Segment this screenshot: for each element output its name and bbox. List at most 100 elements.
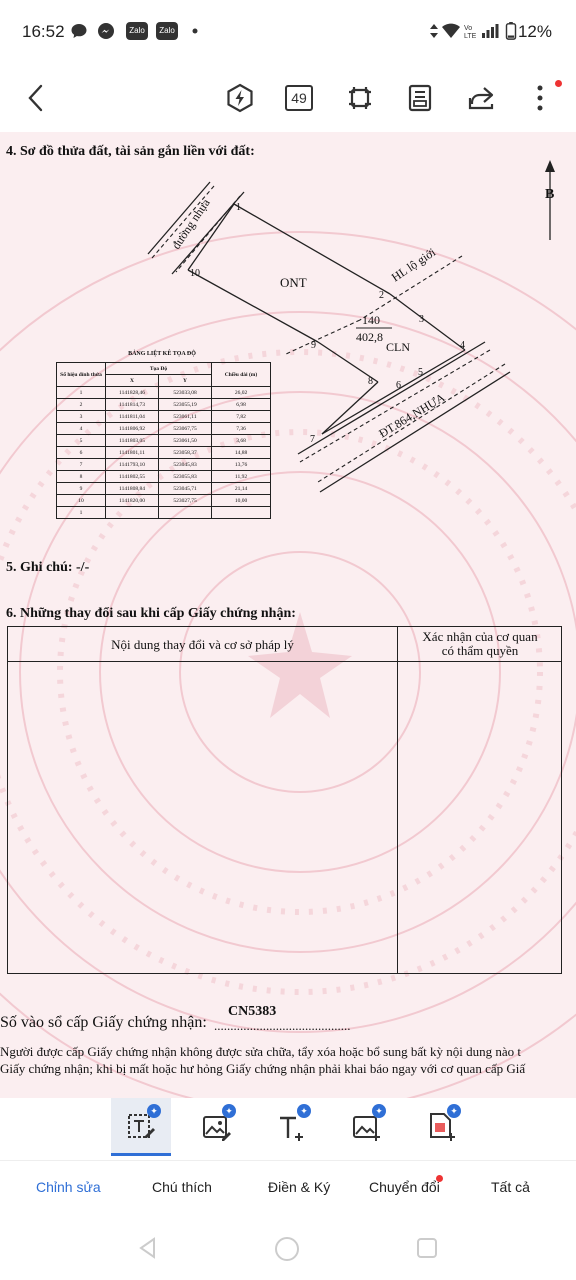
back-button[interactable] [16,78,56,118]
register-dots: ........................................… [214,1018,351,1033]
header-point: Số hiệu đỉnh thửa [56,362,106,387]
coord-table-title: BẢNG LIỆT KÊ TỌA ĐỘ [128,351,196,357]
nav-home-icon[interactable] [274,1236,300,1262]
coord-table: Số hiệu đỉnh thửa Tọa Độ Chiều dài (m) X… [56,362,271,519]
share-button[interactable] [461,78,501,118]
parcel-area: 402,8 [356,330,383,344]
header-y: Y [158,374,212,387]
nav-back-icon[interactable] [136,1236,160,1260]
point-label: 6 [396,380,401,391]
land-type-ont: ONT [280,275,307,290]
zalo-icon: Zalo [126,22,148,40]
ai-badge-icon: ✦ [297,1104,311,1118]
table-row: 10 1141820,00 523027,75 10,00 [56,494,271,507]
add-page-tool[interactable]: ✦ [411,1098,471,1156]
table-row: 1 [56,506,271,519]
section-5-note: 5. Ghi chú: -/- [6,560,90,575]
boundary-label: HL lộ giới [389,245,439,285]
table-row: 5 1141803,05 523061,50 3,68 [56,434,271,447]
table-row: 2 1141814,73 523055,19 6,98 [56,398,271,411]
point-label: 8 [368,376,373,387]
signal-icon [482,24,499,38]
point-label: 4 [460,340,465,351]
point-label: 1 [236,202,241,213]
add-text-tool[interactable]: ✦ [261,1098,321,1156]
chat-bubble-icon [71,24,87,38]
data-arrows-icon [430,24,438,38]
document-page[interactable]: 4. Sơ đồ thửa đất, tài sản gắn liền với … [0,132,576,1098]
changes-table: Nội dung thay đổi và cơ sở pháp lý Xác n… [7,626,562,974]
share-icon [468,87,494,110]
ai-badge-icon: ✦ [447,1104,461,1118]
more-vertical-icon [537,85,543,111]
north-label: B [545,187,554,202]
wifi-icon [442,23,460,38]
register-label: Số vào sổ cấp Giấy chứng nhận: [0,1014,207,1031]
table-row: 1 1141828,46 523033,08 26,02 [56,386,271,399]
battery-icon [505,22,517,40]
header-coord: Tọa Độ [105,362,212,375]
dot-icon [192,28,198,34]
note-line-2: Giấy chứng nhận; khi bị mất hoặc hư hỏng… [0,1061,526,1076]
tab-annotate[interactable]: Chú thích [152,1179,212,1195]
edit-image-tool[interactable]: ✦ [186,1098,246,1156]
svg-text:LTE: LTE [464,33,477,40]
chevron-left-icon [28,84,43,112]
table-row: 8 1141802,55 523055,83 11,92 [56,470,271,483]
changes-col-confirm: Xác nhận của cơ quan có thẩm quyền [422,629,538,658]
point-label: 3 [419,314,424,325]
table-row: 6 1141801,11 523058,37 14,88 [56,446,271,459]
add-image-tool[interactable]: ✦ [336,1098,396,1156]
highway-label: ĐT.864,NHỰA [376,390,447,440]
point-label: 7 [310,434,315,445]
top-toolbar: 49 [0,64,576,132]
lightning-hexagon-icon [227,83,253,113]
parcel-number: 140 [362,313,380,327]
ai-button[interactable] [220,78,260,118]
status-time: 16:52 [22,22,65,41]
status-bar: 16:52 Zalo Zalo Vo LTE 12% [0,0,576,64]
ai-badge-icon: ✦ [222,1104,236,1118]
section-6-title: 6. Những thay đổi sau khi cấp Giấy chứng… [6,606,296,621]
table-row: 4 1141806,92 523067,75 7,36 [56,422,271,435]
edit-tools-bar: ✦ ✦ ✦ ✦ ✦ [0,1098,576,1158]
convert-notification-dot [436,1175,443,1182]
messenger-icon [98,23,114,39]
tab-edit[interactable]: Chỉnh sửa [36,1179,101,1195]
note-line-1: Người được cấp Giấy chứng nhận không đượ… [0,1044,522,1059]
svg-text:Vo: Vo [464,25,472,32]
table-row: 7 1141793,10 523045,83 13,76 [56,458,271,471]
tab-all[interactable]: Tất cả [491,1179,530,1195]
ai-badge-icon: ✦ [372,1104,386,1118]
point-label: 9 [311,340,316,351]
edit-text-tool[interactable]: ✦ [111,1098,171,1156]
point-label: 10 [190,268,200,279]
changes-table-header: Nội dung thay đổi và cơ sở pháp lý Xác n… [8,627,561,662]
page-count-button[interactable]: 49 [279,78,319,118]
header-length: Chiều dài (m) [211,362,271,387]
point-label: 5 [418,367,423,378]
mode-tabs: Chỉnh sửa Chú thích Điền & Ký Chuyển đổi… [0,1160,576,1217]
land-type-cln: CLN [386,340,410,354]
tab-fill-sign[interactable]: Điền & Ký [268,1179,330,1195]
table-row: 3 1141811,04 523061,11 7,82 [56,410,271,423]
fullscreen-button[interactable] [340,78,380,118]
read-mode-button[interactable] [400,78,440,118]
point-label: 2 [379,290,384,301]
document-icon [408,84,432,112]
table-row: 9 1141808,84 523045,71 21,14 [56,482,271,495]
volte-icon: VoLTE [464,25,477,40]
zalo-icon: Zalo [156,22,178,40]
tab-convert[interactable]: Chuyển đổi [369,1179,440,1195]
crop-frame-icon [349,87,371,109]
header-x: X [105,374,159,387]
changes-col-content: Nội dung thay đổi và cơ sở pháp lý [111,637,294,652]
battery-level: 12% [517,22,552,41]
notification-dot [555,80,562,87]
nav-recents-icon[interactable] [416,1237,438,1259]
page-count: 49 [285,85,313,111]
system-nav-bar [0,1216,576,1280]
column-divider [397,627,398,973]
more-options-button[interactable] [520,78,560,118]
register-number: CN5383 [228,1004,277,1019]
